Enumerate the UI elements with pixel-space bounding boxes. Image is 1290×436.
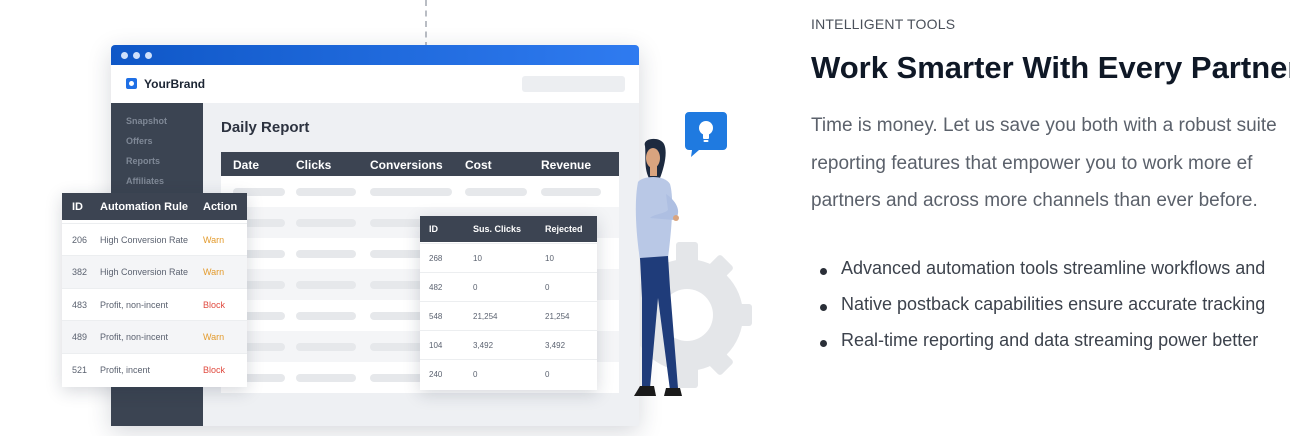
section-eyebrow: INTELLIGENT TOOLS bbox=[811, 16, 956, 32]
sus-id: 482 bbox=[429, 283, 443, 292]
sus-clicks: 10 bbox=[473, 254, 482, 263]
report-table-header: Date Clicks Conversions Cost Revenue bbox=[221, 152, 619, 176]
automation-action: Warn bbox=[203, 235, 225, 245]
sidebar-item-affiliates: Affiliates bbox=[126, 176, 165, 186]
automation-action: Block bbox=[203, 300, 226, 310]
woman-illustration-icon bbox=[634, 138, 682, 396]
table-row: 521 Profit, incent Block bbox=[62, 353, 247, 386]
sus-id: 104 bbox=[429, 341, 443, 350]
table-row: 206 High Conversion Rate Warn bbox=[62, 223, 247, 256]
automation-action: Block bbox=[203, 365, 226, 375]
brand-header: YourBrand bbox=[111, 65, 639, 103]
table-row: 240 0 0 bbox=[420, 359, 597, 389]
decorative-dashed-line bbox=[425, 0, 427, 48]
bullet-dot-icon bbox=[820, 340, 827, 347]
sus-col-rejected: Rejected bbox=[545, 224, 583, 234]
sus-id: 240 bbox=[429, 370, 443, 379]
report-title: Daily Report bbox=[221, 119, 310, 136]
paragraph-line: Time is money. Let us save you both with… bbox=[811, 115, 1277, 136]
sus-clicks: 21,254 bbox=[473, 312, 498, 321]
window-dot bbox=[145, 52, 152, 59]
automation-rule: High Conversion Rate bbox=[100, 267, 189, 277]
paragraph-line: partners and across more channels than e… bbox=[811, 190, 1258, 211]
paragraph-line: reporting features that empower you to w… bbox=[811, 153, 1253, 174]
table-row: 548 21,254 21,254 bbox=[420, 301, 597, 331]
table-row: 482 0 0 bbox=[420, 272, 597, 302]
sus-id: 548 bbox=[429, 312, 443, 321]
sus-rejected: 0 bbox=[545, 283, 550, 292]
sus-col-clicks: Sus. Clicks bbox=[473, 224, 522, 234]
report-col-clicks: Clicks bbox=[296, 158, 332, 172]
sus-clicks: 0 bbox=[473, 283, 478, 292]
report-col-conversions: Conversions bbox=[370, 158, 443, 172]
sidebar-item-snapshot: Snapshot bbox=[126, 116, 168, 126]
table-row: 382 High Conversion Rate Warn bbox=[62, 255, 247, 288]
sus-id: 268 bbox=[429, 254, 443, 263]
table-row: 268 10 10 bbox=[420, 243, 597, 273]
list-item: Native postback capabilities ensure accu… bbox=[820, 294, 1290, 320]
automation-action: Warn bbox=[203, 267, 225, 277]
automation-table-header: ID Automation Rule Action bbox=[62, 193, 247, 220]
automation-id: 521 bbox=[72, 365, 88, 375]
automation-col-action: Action bbox=[203, 201, 238, 213]
brand-name: YourBrand bbox=[144, 77, 206, 91]
sus-rejected: 10 bbox=[545, 254, 554, 263]
table-row: 483 Profit, non-incent Block bbox=[62, 288, 247, 321]
list-item: Advanced automation tools streamline wor… bbox=[820, 258, 1290, 284]
report-row-placeholder bbox=[221, 176, 619, 207]
search-bar-placeholder bbox=[522, 76, 625, 92]
bullet-dot-icon bbox=[820, 268, 827, 275]
window-dot bbox=[121, 52, 128, 59]
report-col-revenue: Revenue bbox=[541, 158, 592, 172]
suspicious-clicks-table: ID Sus. Clicks Rejected 268 10 10 482 0 … bbox=[420, 216, 597, 390]
sus-rejected: 3,492 bbox=[545, 341, 566, 350]
sus-clicks: 3,492 bbox=[473, 341, 494, 350]
report-col-date: Date bbox=[233, 158, 260, 172]
bullet-text: Real-time reporting and data streaming p… bbox=[841, 330, 1259, 350]
sidebar-item-reports: Reports bbox=[126, 156, 161, 166]
bullet-text: Native postback capabilities ensure accu… bbox=[841, 294, 1266, 314]
table-row: 489 Profit, non-incent Warn bbox=[62, 320, 247, 353]
automation-id: 382 bbox=[72, 267, 88, 277]
sus-rejected: 21,254 bbox=[545, 312, 570, 321]
report-col-cost: Cost bbox=[465, 158, 492, 172]
window-dot bbox=[133, 52, 140, 59]
automation-id: 489 bbox=[72, 332, 88, 342]
brand-logo-icon bbox=[126, 78, 137, 89]
sidebar-item-offers: Offers bbox=[126, 136, 153, 146]
automation-rule: Profit, non-incent bbox=[100, 332, 169, 342]
bullet-dot-icon bbox=[820, 304, 827, 311]
automation-rule: Profit, non-incent bbox=[100, 300, 169, 310]
section-headline: Work Smarter With Every Partner bbox=[811, 50, 1290, 85]
automation-id: 206 bbox=[72, 235, 88, 245]
sus-col-id: ID bbox=[429, 224, 438, 234]
automation-id: 483 bbox=[72, 300, 88, 310]
automation-rule: Profit, incent bbox=[100, 365, 151, 375]
automation-rules-table: ID Automation Rule Action 206 High Conve… bbox=[62, 193, 247, 387]
automation-rule: High Conversion Rate bbox=[100, 235, 189, 245]
automation-col-rule: Automation Rule bbox=[100, 201, 188, 213]
bullet-text: Advanced automation tools streamline wor… bbox=[841, 258, 1266, 278]
sus-rejected: 0 bbox=[545, 370, 550, 379]
sus-clicks: 0 bbox=[473, 370, 478, 379]
suspicious-table-header: ID Sus. Clicks Rejected bbox=[420, 216, 597, 242]
list-item: Real-time reporting and data streaming p… bbox=[820, 330, 1290, 356]
window-titlebar bbox=[111, 45, 639, 65]
automation-col-id: ID bbox=[72, 201, 83, 213]
table-row: 104 3,492 3,492 bbox=[420, 330, 597, 360]
automation-action: Warn bbox=[203, 332, 225, 342]
